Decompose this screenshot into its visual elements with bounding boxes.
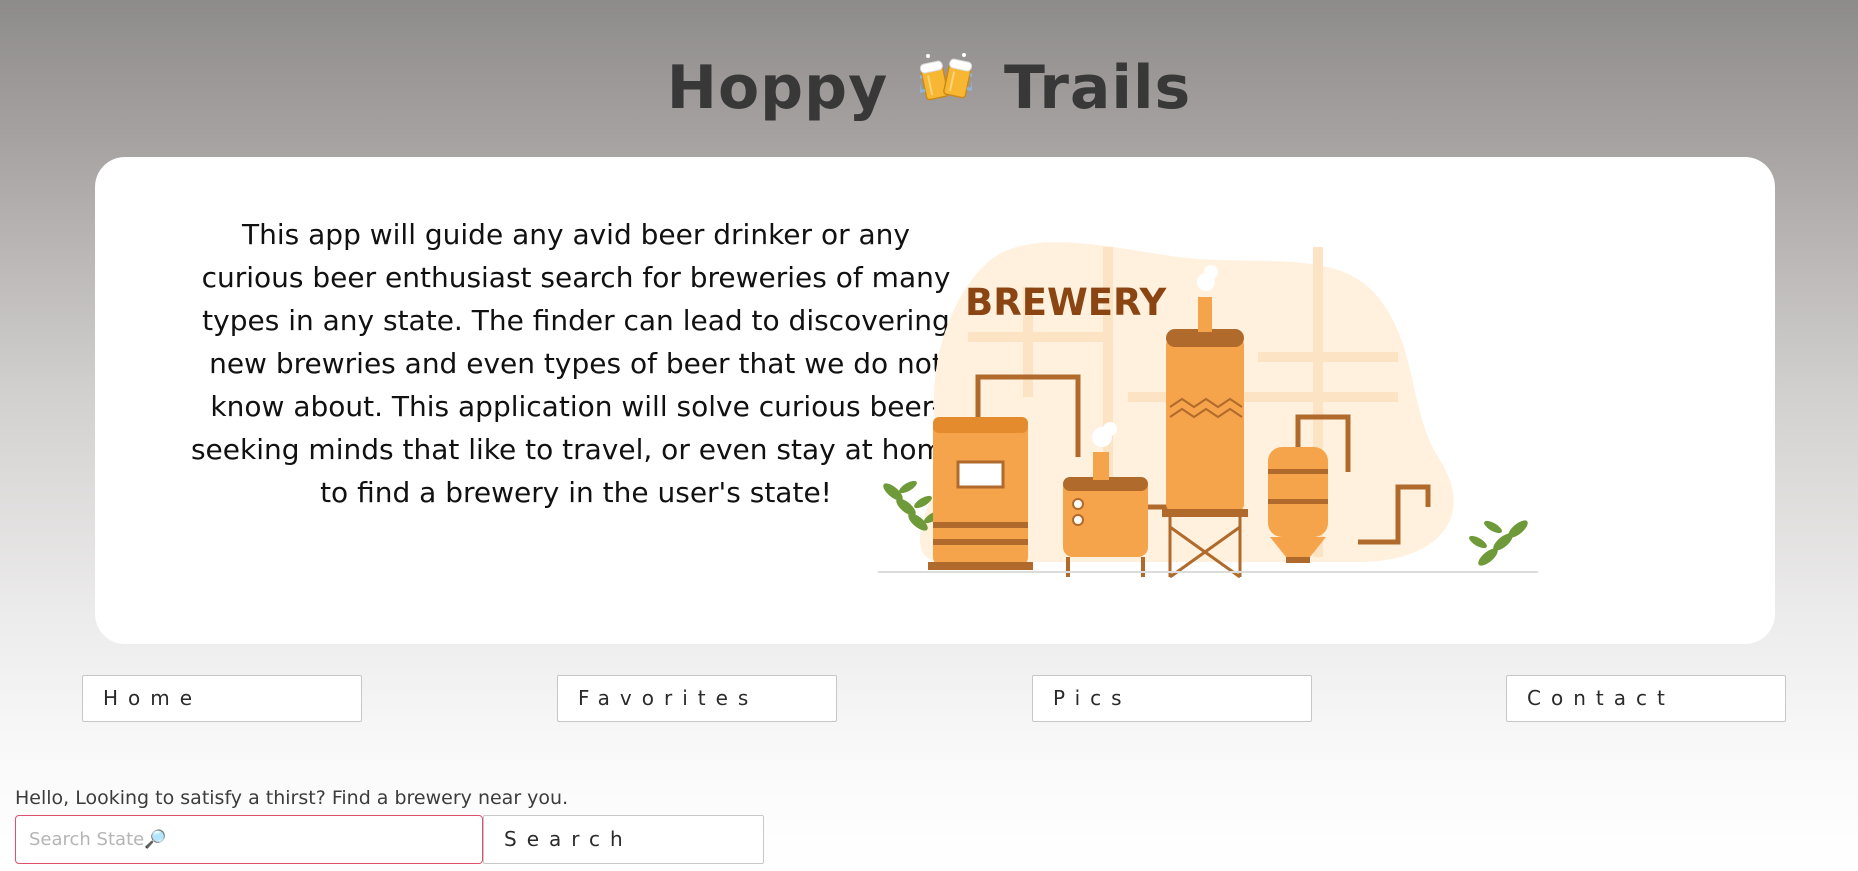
app-description: This app will guide any avid beer drinke… xyxy=(190,218,962,509)
nav-favorites-button[interactable]: Favorites xyxy=(557,675,837,722)
hero-card: This app will guide any avid beer drinke… xyxy=(95,157,1775,644)
title-left: Hoppy xyxy=(666,53,889,123)
brewery-label: BREWERY xyxy=(965,281,1168,324)
brewery-illustration: BREWERY xyxy=(878,242,1538,579)
title-right: Trails xyxy=(1003,53,1192,123)
search-greeting: Hello, Looking to satisfy a thirst? Find… xyxy=(15,787,569,809)
nav-pics-button[interactable]: Pics xyxy=(1032,675,1312,722)
nav-home-button[interactable]: Home xyxy=(82,675,362,722)
beer-mugs-icon xyxy=(915,50,977,124)
nav-contact-button[interactable]: Contact xyxy=(1506,675,1786,722)
search-button[interactable]: Search xyxy=(483,815,764,864)
search-state-input[interactable] xyxy=(15,815,483,864)
page-title: Hoppy Trails xyxy=(0,52,1858,128)
